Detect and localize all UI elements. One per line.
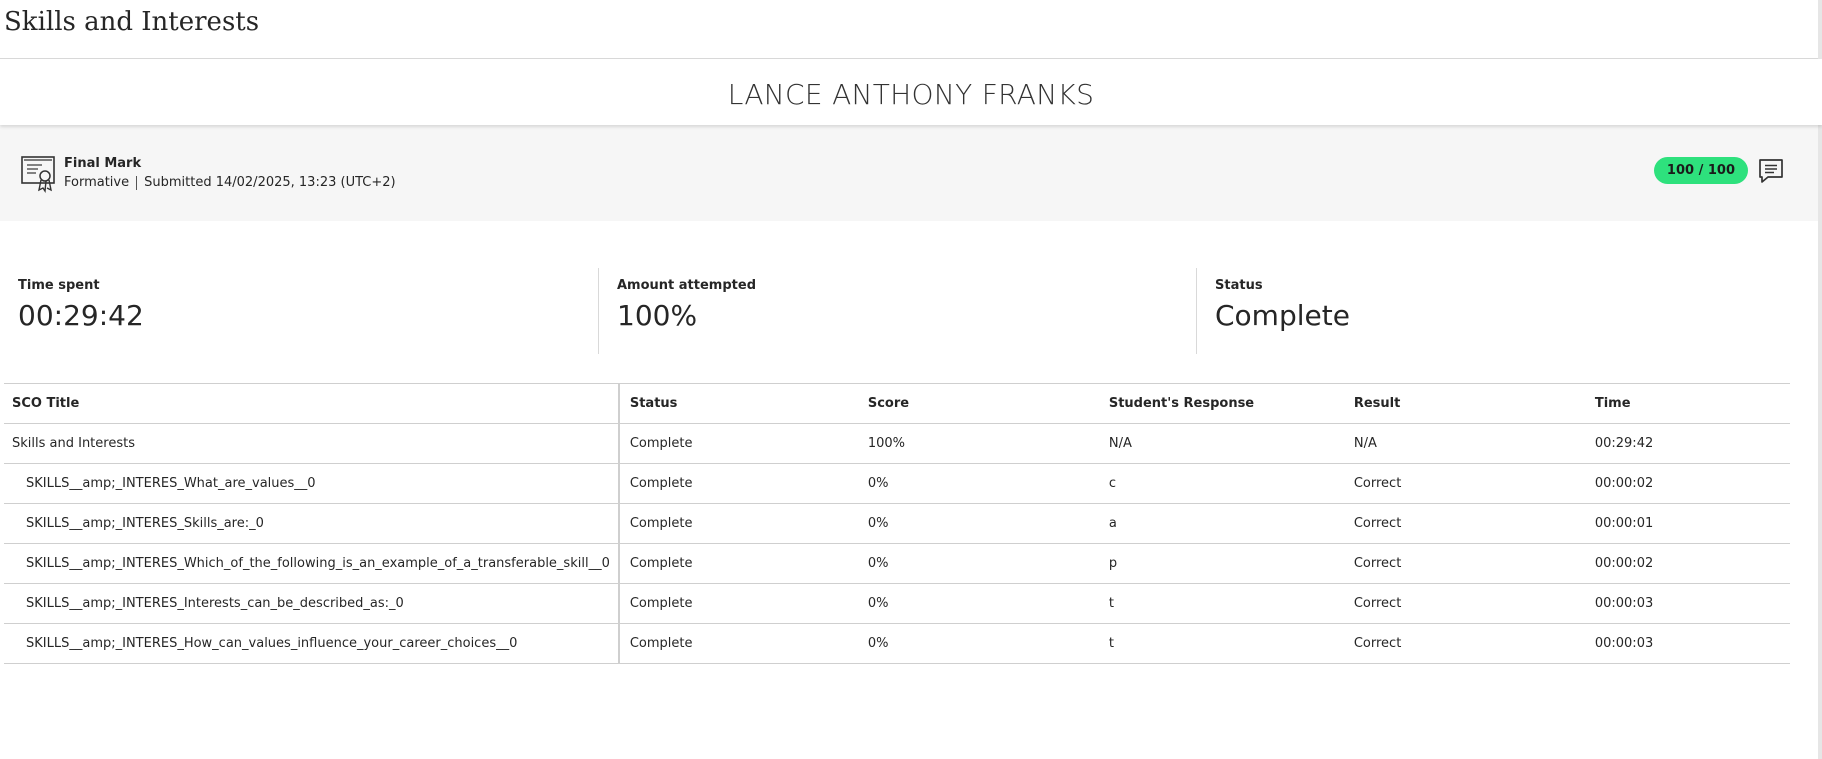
- grade-label: Final Mark: [64, 156, 142, 171]
- grade-info: Final Mark Formative Submitted 14/02/202…: [64, 156, 396, 190]
- score-cell: 0%: [859, 503, 1101, 544]
- status-cell: Complete: [618, 623, 860, 664]
- time-cell: 00:00:03: [1586, 583, 1790, 624]
- sco-title-cell: SKILLS__amp;_INTERES_How_can_values_infl…: [4, 623, 620, 664]
- grade-type: Formative: [64, 175, 130, 190]
- sco-title-cell: SKILLS__amp;_INTERES_Which_of_the_follow…: [4, 543, 620, 584]
- time-spent-value: 00:29:42: [18, 299, 144, 332]
- table-row: SKILLS__amp;_INTERES_What_are_values__0 …: [4, 463, 1790, 504]
- status-cell: Complete: [618, 423, 860, 464]
- time-cell: 00:00:02: [1586, 543, 1790, 584]
- score-cell: 0%: [859, 583, 1101, 624]
- summary-amount-attempted: Amount attempted 100%: [598, 268, 1196, 354]
- amount-attempted-label: Amount attempted: [617, 278, 756, 293]
- column-header-score: Score: [859, 383, 1101, 424]
- time-cell: 00:00:03: [1586, 623, 1790, 664]
- time-spent-label: Time spent: [18, 278, 100, 293]
- response-cell: a: [1100, 503, 1346, 544]
- attempt-summary: Time spent 00:29:42 Amount attempted 100…: [0, 268, 1822, 354]
- page-header: Skills and Interests: [0, 0, 1822, 59]
- table-row: SKILLS__amp;_INTERES_Interests_can_be_de…: [4, 583, 1790, 624]
- status-cell: Complete: [618, 583, 860, 624]
- grade-score-area: 100 / 100: [1653, 157, 1784, 184]
- column-header-result: Result: [1345, 383, 1587, 424]
- submission-date: Submitted 14/02/2025, 13:23 (UTC+2): [144, 175, 396, 190]
- sco-results-table: SCO Title Status Score Student's Respons…: [4, 383, 1790, 664]
- amount-attempted-value: 100%: [617, 299, 698, 332]
- response-cell: t: [1100, 583, 1346, 624]
- score-cell: 0%: [859, 623, 1101, 664]
- summary-status: Status Complete: [1196, 268, 1794, 354]
- table-row: SKILLS__amp;_INTERES_Skills_are:_0 Compl…: [4, 503, 1790, 544]
- table-header-row: SCO Title Status Score Student's Respons…: [4, 383, 1790, 424]
- sco-title-cell: Skills and Interests: [4, 423, 620, 464]
- feedback-comment-icon[interactable]: [1758, 158, 1784, 184]
- student-name: LANCE ANTHONY FRANKS: [727, 77, 1095, 111]
- table-row: Skills and Interests Complete 100% N/A N…: [4, 423, 1790, 464]
- status-value: Complete: [1215, 299, 1350, 332]
- score-cell: 100%: [859, 423, 1101, 464]
- sco-title-cell: SKILLS__amp;_INTERES_Interests_can_be_de…: [4, 583, 620, 624]
- status-cell: Complete: [618, 463, 860, 504]
- result-cell: Correct: [1345, 503, 1587, 544]
- time-cell: 00:29:42: [1586, 423, 1790, 464]
- result-cell: Correct: [1345, 543, 1587, 584]
- status-cell: Complete: [618, 543, 860, 584]
- summary-time-spent: Time spent 00:29:42: [0, 268, 598, 354]
- status-label: Status: [1215, 278, 1263, 293]
- result-cell: Correct: [1345, 583, 1587, 624]
- status-cell: Complete: [618, 503, 860, 544]
- column-header-sco-title: SCO Title: [4, 383, 620, 424]
- table-row: SKILLS__amp;_INTERES_How_can_values_infl…: [4, 623, 1790, 664]
- meta-divider: [136, 175, 138, 190]
- sco-title-cell: SKILLS__amp;_INTERES_Skills_are:_0: [4, 503, 620, 544]
- column-header-response: Student's Response: [1100, 383, 1346, 424]
- grade-meta: Formative Submitted 14/02/2025, 13:23 (U…: [64, 175, 396, 190]
- response-cell: N/A: [1100, 423, 1346, 464]
- result-cell: Correct: [1345, 623, 1587, 664]
- time-cell: 00:00:02: [1586, 463, 1790, 504]
- score-cell: 0%: [859, 463, 1101, 504]
- score-cell: 0%: [859, 543, 1101, 584]
- score-badge: 100 / 100: [1653, 157, 1748, 184]
- grade-bar: Final Mark Formative Submitted 14/02/202…: [0, 125, 1822, 221]
- column-header-status: Status: [618, 383, 860, 424]
- response-cell: p: [1100, 543, 1346, 584]
- certificate-icon: [20, 155, 56, 194]
- result-cell: Correct: [1345, 463, 1587, 504]
- response-cell: t: [1100, 623, 1346, 664]
- time-cell: 00:00:01: [1586, 503, 1790, 544]
- student-banner: LANCE ANTHONY FRANKS: [0, 59, 1822, 125]
- result-cell: N/A: [1345, 423, 1587, 464]
- column-header-time: Time: [1586, 383, 1790, 424]
- response-cell: c: [1100, 463, 1346, 504]
- page-title: Skills and Interests: [4, 7, 260, 37]
- table-row: SKILLS__amp;_INTERES_Which_of_the_follow…: [4, 543, 1790, 584]
- sco-title-cell: SKILLS__amp;_INTERES_What_are_values__0: [4, 463, 620, 504]
